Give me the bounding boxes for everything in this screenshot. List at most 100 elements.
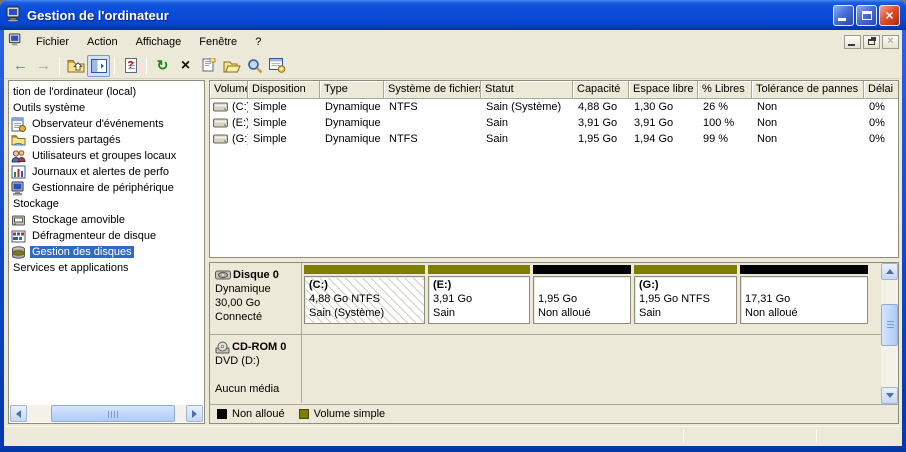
toggle-console-tree-button[interactable] xyxy=(87,54,110,77)
tree-item-storage[interactable]: Stockage xyxy=(9,196,204,212)
scroll-left-icon xyxy=(12,409,21,418)
column-header-type[interactable]: Type xyxy=(320,81,384,99)
close-button[interactable]: × xyxy=(879,4,900,26)
scroll-up-icon xyxy=(885,265,894,274)
scroll-track[interactable] xyxy=(881,280,898,387)
delete-button[interactable]: × xyxy=(174,55,197,77)
tree-item-device-manager[interactable]: Gestionnaire de périphérique xyxy=(9,180,204,196)
forward-icon: → xyxy=(36,57,51,74)
partition-e-color-bar xyxy=(428,265,530,274)
mdi-close-button: × xyxy=(882,34,899,49)
scroll-thumb[interactable] xyxy=(51,405,175,422)
tree-horizontal-scrollbar[interactable] xyxy=(10,405,203,422)
column-header-disposition[interactable]: Disposition xyxy=(248,81,320,99)
menu-fenetre[interactable]: Fenêtre xyxy=(190,34,246,50)
mdi-window-controls: × xyxy=(842,34,899,49)
maximize-button[interactable] xyxy=(856,4,877,26)
menu-action[interactable]: Action xyxy=(78,34,127,50)
unallocated-1-color-bar xyxy=(533,265,631,274)
back-button[interactable]: ← xyxy=(9,55,32,77)
up-folder-button[interactable] xyxy=(64,55,87,77)
tree-item-disk-defragmenter[interactable]: Défragmenteur de disque xyxy=(9,228,204,244)
open-folder-button[interactable] xyxy=(220,55,243,77)
properties-button[interactable] xyxy=(197,55,220,77)
shared-folders-icon xyxy=(11,134,26,145)
maximize-icon xyxy=(862,10,872,20)
status-bar-divider xyxy=(816,429,817,443)
tree-item-performance-logs[interactable]: Journaux et alertes de perfo xyxy=(9,164,204,180)
tree-item-event-viewer[interactable]: Observateur d'événements xyxy=(9,116,204,132)
refresh-button[interactable]: ↻ xyxy=(151,55,174,77)
scroll-up-button[interactable] xyxy=(881,263,898,280)
main-area: tion de l'ordinateur (local) Outils syst… xyxy=(4,80,902,424)
help-icon: ? xyxy=(124,58,137,73)
search-button[interactable] xyxy=(243,55,266,77)
column-header-statut[interactable]: Statut xyxy=(481,81,573,99)
disk0-info[interactable]: Disque 0 Dynamique 30,00 Go Connecté xyxy=(210,263,302,334)
performance-logs-icon xyxy=(11,165,26,178)
menu-affichage[interactable]: Affichage xyxy=(127,34,191,50)
volume-row-e[interactable]: (E:) Simple Dynamique Sain 3,91 Go 3,91 … xyxy=(210,115,898,131)
column-header-volume[interactable]: Volume xyxy=(210,81,248,99)
tree-item-disk-management[interactable]: Gestion des disques xyxy=(9,244,204,260)
cdrom0-row: CD-ROM 0 DVD (D:) Aucun média xyxy=(210,335,898,403)
legend-bar: Non alloué Volume simple xyxy=(210,404,898,423)
partition-g[interactable]: (G:) 1,95 Go NTFS Sain xyxy=(634,265,737,334)
volume-row-c[interactable]: (C:) Simple Dynamique NTFS Sain (Système… xyxy=(210,99,898,115)
cdrom0-media-area xyxy=(302,335,898,403)
help-button[interactable]: ? xyxy=(119,55,142,77)
volume-row-g[interactable]: (G:) Simple Dynamique NTFS Sain 1,95 Go … xyxy=(210,131,898,147)
partition-e[interactable]: (E:) 3,91 Go Sain xyxy=(428,265,530,334)
properties-icon xyxy=(202,58,216,72)
event-viewer-icon xyxy=(11,117,26,132)
status-bar xyxy=(6,426,900,444)
legend-swatch-simple-volume xyxy=(298,409,309,419)
tree-item-system-tools[interactable]: Outils système xyxy=(9,100,204,116)
unallocated-region-1[interactable]: 1,95 Go Non alloué xyxy=(533,265,631,334)
mdi-minimize-button[interactable] xyxy=(844,34,861,49)
column-header-delai[interactable]: Délai xyxy=(864,81,898,99)
removable-storage-icon xyxy=(12,215,25,225)
unallocated-region-2[interactable]: 17,31 Go Non alloué xyxy=(740,265,868,334)
mdi-close-icon: × xyxy=(887,34,894,47)
legend-swatch-unallocated xyxy=(217,409,227,419)
partition-c[interactable]: (C:) 4,88 Go NTFS Sain (Système) xyxy=(304,265,425,334)
status-bar-divider xyxy=(683,429,684,443)
titlebar[interactable]: Gestion de l'ordinateur × xyxy=(0,0,906,30)
cdrom0-info[interactable]: CD-ROM 0 DVD (D:) Aucun média xyxy=(210,335,302,403)
disk-defragmenter-icon xyxy=(11,230,26,242)
minimize-icon xyxy=(838,17,846,21)
graph-vertical-scrollbar[interactable] xyxy=(881,263,898,404)
partition-c-color-bar xyxy=(304,265,425,274)
scroll-down-button[interactable] xyxy=(881,387,898,404)
computer-management-window: Gestion de l'ordinateur × Fichier Action… xyxy=(0,0,906,452)
column-header-espace-libre[interactable]: Espace libre xyxy=(629,81,698,99)
scroll-track[interactable] xyxy=(27,405,186,422)
scroll-thumb[interactable] xyxy=(881,304,898,346)
console-settings-button[interactable] xyxy=(266,55,289,77)
column-header-capacite[interactable]: Capacité xyxy=(573,81,629,99)
cdrom-icon xyxy=(215,341,230,353)
column-header-tolerance[interactable]: Tolérance de pannes xyxy=(752,81,864,99)
mdi-child-icon xyxy=(8,33,23,50)
details-pane: Volume Disposition Type Système de fichi… xyxy=(209,80,899,424)
tree-item-services-applications[interactable]: Services et applications xyxy=(9,260,204,276)
menu-aide[interactable]: ? xyxy=(246,34,270,50)
forward-button[interactable]: → xyxy=(32,55,55,77)
mdi-restore-button[interactable] xyxy=(863,34,880,49)
menu-fichier[interactable]: Fichier xyxy=(27,34,78,50)
volume-list-header: Volume Disposition Type Système de fichi… xyxy=(210,81,898,99)
volume-list: Volume Disposition Type Système de fichi… xyxy=(209,80,899,258)
column-header-pct-libres[interactable]: % Libres xyxy=(698,81,752,99)
minimize-button[interactable] xyxy=(833,4,854,26)
tree-item-removable-storage[interactable]: Stockage amovible xyxy=(9,212,204,228)
scroll-left-button[interactable] xyxy=(10,405,27,422)
tree-item-local-users-groups[interactable]: Utilisateurs et groupes locaux xyxy=(9,148,204,164)
unallocated-2-color-bar xyxy=(740,265,868,274)
tree-item-computer-management[interactable]: tion de l'ordinateur (local) xyxy=(9,84,204,100)
window-title: Gestion de l'ordinateur xyxy=(27,7,169,23)
scroll-right-icon xyxy=(192,409,201,418)
scroll-right-button[interactable] xyxy=(186,405,203,422)
tree-item-shared-folders[interactable]: Dossiers partagés xyxy=(9,132,204,148)
column-header-filesystem[interactable]: Système de fichiers xyxy=(384,81,481,99)
